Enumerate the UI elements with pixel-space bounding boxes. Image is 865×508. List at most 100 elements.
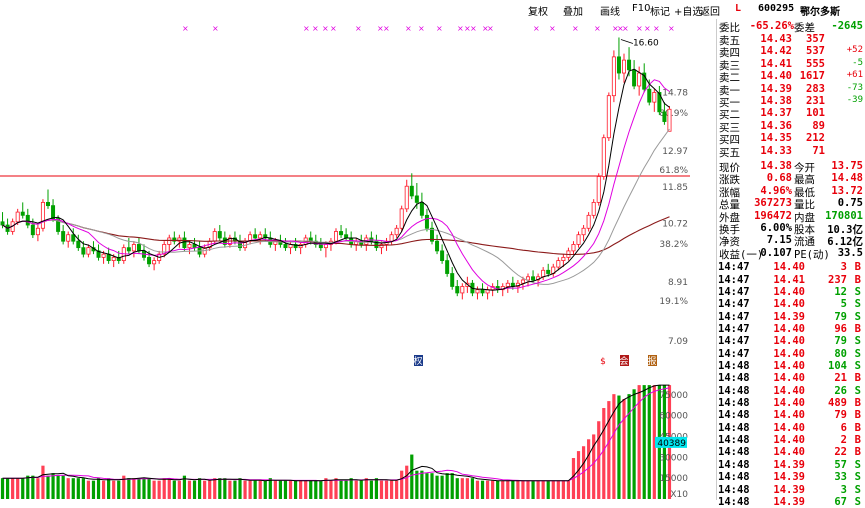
candle-body	[440, 250, 445, 261]
candle-body	[409, 185, 414, 197]
tick-time: 14:47	[718, 335, 750, 348]
candle-body	[505, 282, 510, 287]
candle-body	[46, 201, 51, 207]
tick-side: B	[854, 261, 861, 274]
ask-change: -5	[852, 57, 863, 68]
toolbar-item-2[interactable]: 画线	[600, 3, 620, 18]
volume-bar	[107, 478, 111, 499]
volume-bar	[597, 421, 601, 499]
volume-bar	[0, 478, 5, 499]
candle-body	[71, 234, 76, 242]
event-badge-label: 会	[619, 355, 628, 367]
toolbar-item-3[interactable]: F10	[632, 3, 650, 14]
kline-chart[interactable]: 14.7812.9711.8510.728.917.0980.9%61.8%38…	[0, 19, 690, 500]
toolbar-item-1[interactable]: 叠加	[563, 3, 583, 18]
volume-bar	[541, 480, 545, 499]
volume-bar	[440, 475, 444, 499]
volume-bar	[395, 480, 399, 499]
candle-body	[586, 214, 591, 229]
volume-bar	[410, 454, 414, 499]
bid-price: 14.36	[760, 119, 792, 132]
volume-bar	[511, 480, 515, 499]
tick-price: 14.41	[773, 273, 805, 286]
ask-price: 14.43	[760, 33, 792, 45]
volume-bar	[450, 473, 454, 499]
event-marker: ×	[212, 24, 219, 33]
volume-bar	[132, 478, 136, 499]
tick-side: B	[854, 409, 861, 422]
tick-price: 14.40	[773, 335, 805, 348]
stat-value: 6.00%	[760, 222, 792, 234]
candle-body	[606, 95, 611, 139]
volume-bar	[66, 478, 70, 499]
volume-bar	[51, 473, 55, 499]
candle-body	[546, 269, 551, 274]
volume-bar	[76, 478, 80, 499]
tick-price: 14.40	[773, 360, 805, 372]
tick-volume: 79	[834, 310, 847, 323]
candle-body	[81, 247, 86, 255]
event-badge-label: $	[600, 357, 606, 367]
toolbar-item-6[interactable]: 返回	[700, 3, 720, 18]
volume-bar	[16, 478, 20, 499]
volume-bar	[288, 480, 293, 499]
volume-bar	[521, 480, 525, 499]
tick-volume: 80	[834, 347, 847, 360]
toolbar-item-4[interactable]: 标记	[650, 3, 670, 18]
candle-body	[333, 231, 338, 242]
candle-body	[339, 231, 344, 236]
tick-volume: 79	[834, 409, 847, 422]
candle-body	[111, 256, 116, 261]
candle-body	[51, 205, 56, 219]
candle-body	[40, 201, 45, 229]
ask-volume: 357	[806, 33, 825, 45]
tick-volume: 96	[834, 322, 847, 335]
candle-body	[187, 244, 192, 249]
volume-bar	[31, 475, 35, 499]
volume-bar	[96, 478, 101, 499]
candle-body	[212, 231, 217, 242]
volume-bar	[566, 480, 571, 499]
tick-price: 14.40	[773, 322, 805, 335]
event-marker: ×	[303, 24, 310, 33]
tick-price: 14.40	[773, 397, 805, 410]
tick-time: 14:48	[718, 495, 750, 508]
candle-body	[596, 176, 601, 203]
event-marker: ×	[668, 24, 675, 33]
bid-price: 14.37	[760, 107, 792, 120]
volume-bar	[243, 480, 247, 499]
volume-bar	[228, 480, 232, 499]
bid-volume: 71	[812, 144, 825, 157]
volume-bar	[536, 480, 540, 499]
volume-bar	[617, 395, 621, 499]
tick-time: 14:47	[718, 298, 750, 311]
stock-name: 鄂尔多斯	[800, 7, 840, 18]
toolbar-item-5[interactable]: +自选	[674, 3, 702, 18]
event-marker: ×	[653, 24, 660, 33]
candle-body	[591, 201, 596, 216]
tick-side: B	[854, 434, 861, 447]
candle-body	[131, 244, 136, 252]
event-marker: ×	[182, 24, 189, 33]
toolbar-item-0[interactable]: 复权	[528, 3, 548, 18]
volume-bar	[420, 470, 424, 499]
stat-value: 0.75	[837, 197, 863, 210]
stat-label: 收益(一)	[719, 248, 764, 261]
price-tick-label: 11.85	[662, 183, 688, 193]
volume-bar	[263, 480, 267, 499]
ask-price: 14.42	[760, 45, 792, 58]
stat-value: 13.75	[831, 160, 863, 172]
ask-change: +52	[846, 45, 863, 56]
ask-volume: 1617	[799, 70, 825, 83]
candle-body	[652, 92, 657, 103]
volume-bar	[647, 385, 651, 499]
tick-volume: 237	[828, 273, 847, 286]
tick-price: 14.39	[773, 458, 805, 471]
tick-side: B	[854, 397, 861, 410]
volume-bar	[81, 478, 85, 499]
tick-volume: 489	[828, 397, 847, 410]
bid-label: 买五	[719, 146, 740, 159]
candle-body	[20, 211, 25, 216]
tick-volume: 33	[834, 471, 847, 484]
tick-side: S	[854, 483, 861, 496]
